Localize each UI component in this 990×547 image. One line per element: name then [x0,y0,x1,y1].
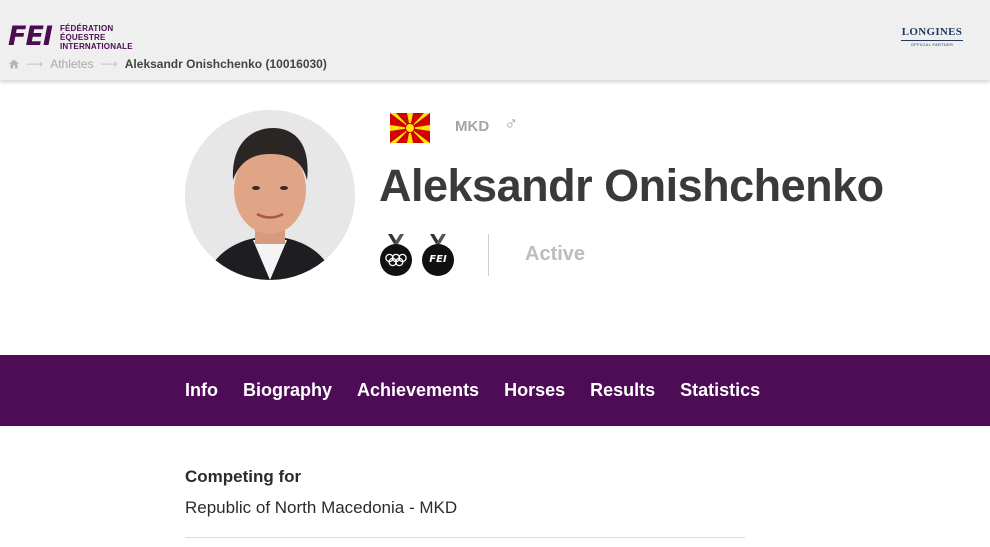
male-gender-icon: ♂ [504,114,519,135]
macedonia-flag-icon [390,113,430,143]
status-badge: Active [525,243,586,265]
section-divider [185,537,745,538]
breadcrumb-separator: ⟶ [26,57,44,71]
tab-horses[interactable]: Horses [504,380,565,401]
tab-statistics[interactable]: Statistics [680,380,760,401]
profile-divider [488,234,489,276]
home-icon[interactable] [9,59,19,69]
fei-logo-mark: FEI [8,21,53,52]
competing-for-value: Republic of North Macedonia - MKD [185,498,458,517]
country-code: MKD [455,118,490,135]
breadcrumb-athletes-link[interactable]: Athletes [50,57,93,71]
sponsor-subtitle: OFFICIAL PARTNER [910,42,954,47]
tab-achievements[interactable]: Achievements [357,380,479,401]
athlete-photo [185,110,355,280]
olympic-medal-icon [380,234,412,276]
sponsor-logo[interactable]: LONGINES OFFICIAL PARTNER [897,26,967,47]
breadcrumb-separator: ⟶ [100,57,118,71]
fei-medal-text: FEI [429,254,447,265]
sponsor-divider [901,40,963,41]
breadcrumb: ⟶ Athletes ⟶ Aleksandr Onishchenko (1001… [9,57,327,71]
competing-for-label: Competing for [185,467,302,486]
sponsor-name: LONGINES [901,26,963,38]
profile-nav: Info Biography Achievements Horses Resul… [0,355,990,426]
top-header: FEI FÉDÉRATION ÉQUESTRE INTERNATIONALE ⟶… [0,0,990,80]
fei-logo-text: FÉDÉRATION ÉQUESTRE INTERNATIONALE [59,23,133,51]
fei-medal-icon: FEI [421,234,455,276]
tab-biography[interactable]: Biography [243,380,332,401]
tab-info[interactable]: Info [185,380,218,401]
tab-results[interactable]: Results [590,380,655,401]
breadcrumb-current: Aleksandr Onishchenko (10016030) [124,57,327,71]
fei-logo[interactable]: FEI FÉDÉRATION ÉQUESTRE INTERNATIONALE [8,22,133,52]
athlete-name: Aleksandr Onishchenko [379,160,884,211]
